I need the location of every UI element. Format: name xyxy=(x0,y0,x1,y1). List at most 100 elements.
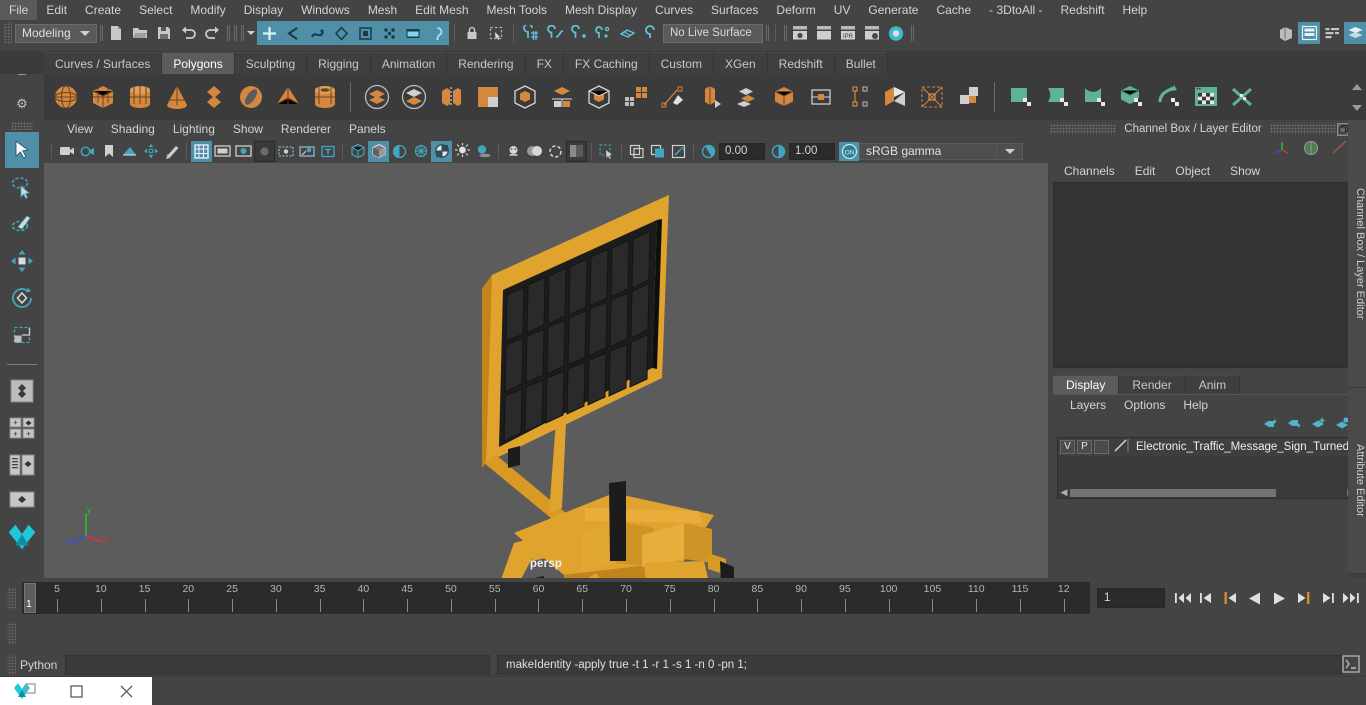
uv-cut-sew-icon[interactable] xyxy=(1224,77,1261,117)
current-time-indicator[interactable]: 1 xyxy=(24,583,36,613)
layer-visibility-toggle[interactable]: V xyxy=(1060,440,1075,454)
show-hide-modeling-toolkit-icon[interactable] xyxy=(1274,21,1298,45)
select-lock-icon[interactable] xyxy=(460,21,484,45)
step-back-frame-icon[interactable] xyxy=(1220,587,1242,609)
menu-item-redshift[interactable]: Redshift xyxy=(1052,0,1114,20)
snap-to-point-icon[interactable] xyxy=(567,21,591,45)
menu-item-3dtoall[interactable]: - 3DtoAll - xyxy=(980,0,1051,20)
menu-item-mesh[interactable]: Mesh xyxy=(359,0,406,20)
color-management-toggle-icon[interactable]: ON xyxy=(839,141,859,161)
scroll-left-arrow-icon[interactable]: ◀ xyxy=(1058,487,1070,498)
shelf-tab-sculpting[interactable]: Sculpting xyxy=(234,52,308,74)
snap-to-grid-icon[interactable] xyxy=(519,21,543,45)
shelf-tab-redshift[interactable]: Redshift xyxy=(767,52,835,74)
screen-space-ao-icon[interactable] xyxy=(503,141,524,162)
texture-checker-icon[interactable] xyxy=(431,140,452,162)
camera-attributes-icon[interactable] xyxy=(77,141,98,162)
shelf-scroll-arrows[interactable] xyxy=(1350,76,1364,118)
select-mask-edge-icon[interactable] xyxy=(353,21,377,45)
channel-box-content[interactable] xyxy=(1053,182,1362,368)
maya-app-icon[interactable] xyxy=(0,677,51,705)
side-tab-channel-box[interactable]: Channel Box / Layer Editor xyxy=(1348,120,1366,388)
rotate-tool[interactable] xyxy=(5,280,39,316)
uv-automatic-icon[interactable] xyxy=(1113,77,1150,117)
shelf-tab-rigging[interactable]: Rigging xyxy=(307,52,371,74)
menu-item-generate[interactable]: Generate xyxy=(859,0,927,20)
move-tool[interactable] xyxy=(5,243,39,279)
script-editor-icon[interactable] xyxy=(1342,655,1360,673)
viewport-3d[interactable]: y x z persp xyxy=(44,163,1048,578)
poly-cylinder-icon[interactable] xyxy=(121,77,158,117)
select-by-component-icon[interactable] xyxy=(305,21,329,45)
shelf-tab-custom[interactable]: Custom xyxy=(649,52,714,74)
panel-drag-dots-left[interactable] xyxy=(1050,124,1117,134)
snap-to-curve-icon[interactable] xyxy=(543,21,567,45)
lasso-select-tool[interactable] xyxy=(5,169,39,205)
render-settings-icon[interactable] xyxy=(860,21,884,45)
smooth-icon[interactable] xyxy=(506,77,543,117)
shelf-tab-polygons[interactable]: Polygons xyxy=(162,52,235,74)
layer-shading-toggle[interactable] xyxy=(1094,440,1109,454)
gamma-icon[interactable] xyxy=(768,141,789,162)
uv-editor-icon[interactable] xyxy=(1002,77,1039,117)
extract-icon[interactable] xyxy=(432,77,469,117)
layer-menu-options[interactable]: Options xyxy=(1115,395,1174,415)
target-weld-icon[interactable] xyxy=(913,77,950,117)
channel-box-menu-show[interactable]: Show xyxy=(1220,160,1270,182)
menu-item-edit-mesh[interactable]: Edit Mesh xyxy=(406,0,477,20)
curve-icon[interactable] xyxy=(1331,140,1348,158)
color-space-field[interactable]: sRGB gamma xyxy=(859,142,997,160)
wedge-icon[interactable] xyxy=(876,77,913,117)
layer-tab-display[interactable]: Display xyxy=(1053,375,1120,394)
poly-torus-icon[interactable] xyxy=(232,77,269,117)
command-input-field[interactable] xyxy=(65,655,490,675)
combine-icon[interactable] xyxy=(358,77,395,117)
color-space-dropdown-arrow[interactable] xyxy=(997,142,1023,160)
xray-active-components-icon[interactable] xyxy=(647,141,668,162)
film-gate-icon[interactable] xyxy=(212,141,233,162)
range-slider-grip[interactable] xyxy=(7,622,16,644)
select-highlight-icon[interactable] xyxy=(484,21,508,45)
poly-pipe-icon[interactable] xyxy=(306,77,343,117)
step-forward-keyframe-icon[interactable] xyxy=(1316,587,1338,609)
single-perspective-layout[interactable] xyxy=(5,484,39,514)
make-live-icon[interactable] xyxy=(639,21,663,45)
layer-tab-render[interactable]: Render xyxy=(1119,375,1186,394)
menu-item-modify[interactable]: Modify xyxy=(181,0,234,20)
render-sequence-icon[interactable] xyxy=(812,21,836,45)
toolbar-grab-handle-5[interactable] xyxy=(763,23,770,43)
append-polygon-icon[interactable] xyxy=(839,77,876,117)
select-mask-vertex-icon[interactable] xyxy=(329,21,353,45)
channel-box-menu-channels[interactable]: Channels xyxy=(1054,160,1125,182)
step-back-keyframe-icon[interactable] xyxy=(1196,587,1218,609)
menu-item-uv[interactable]: UV xyxy=(825,0,860,20)
xray-icon[interactable] xyxy=(626,141,647,162)
mirror-icon[interactable] xyxy=(543,77,580,117)
wireframe-icon[interactable] xyxy=(347,141,368,162)
command-language-label[interactable]: Python xyxy=(20,655,57,675)
shelf-tab-animation[interactable]: Animation xyxy=(370,52,448,74)
persp-outliner-layout[interactable] xyxy=(5,447,39,483)
select-tool[interactable] xyxy=(5,132,39,168)
shelf-tab-curves-surfaces[interactable]: Curves / Surfaces xyxy=(44,52,163,74)
channel-box-menu-object[interactable]: Object xyxy=(1165,160,1220,182)
time-slider-track[interactable]: 1 5 10 15 20 25 30 35 40 45 50 55 60 65 70 75 80 85 90 95 1… xyxy=(22,582,1090,614)
shelf-tab-fx[interactable]: FX xyxy=(525,52,564,74)
fill-hole-icon[interactable] xyxy=(802,77,839,117)
poly-cone-icon[interactable] xyxy=(158,77,195,117)
close-icon[interactable] xyxy=(101,677,152,705)
show-hide-attribute-editor-icon[interactable] xyxy=(1298,22,1320,44)
toolbar-grab-handle-6[interactable] xyxy=(781,23,788,43)
separate-icon[interactable] xyxy=(395,77,432,117)
open-scene-icon[interactable] xyxy=(128,21,152,45)
menu-item-select[interactable]: Select xyxy=(130,0,181,20)
uv-cylindrical-icon[interactable] xyxy=(1076,77,1113,117)
live-surface-field[interactable]: No Live Surface xyxy=(663,23,763,43)
go-to-start-icon[interactable] xyxy=(1172,587,1194,609)
shelf-tab-fx-caching[interactable]: FX Caching xyxy=(563,52,650,74)
menu-item-file[interactable]: File xyxy=(0,0,38,20)
shaded-wireframe-icon[interactable] xyxy=(389,141,410,162)
toolbar-grab-handle-3[interactable] xyxy=(231,23,238,43)
current-frame-field[interactable]: 1 xyxy=(1097,588,1165,608)
multi-cut-icon[interactable] xyxy=(617,77,654,117)
